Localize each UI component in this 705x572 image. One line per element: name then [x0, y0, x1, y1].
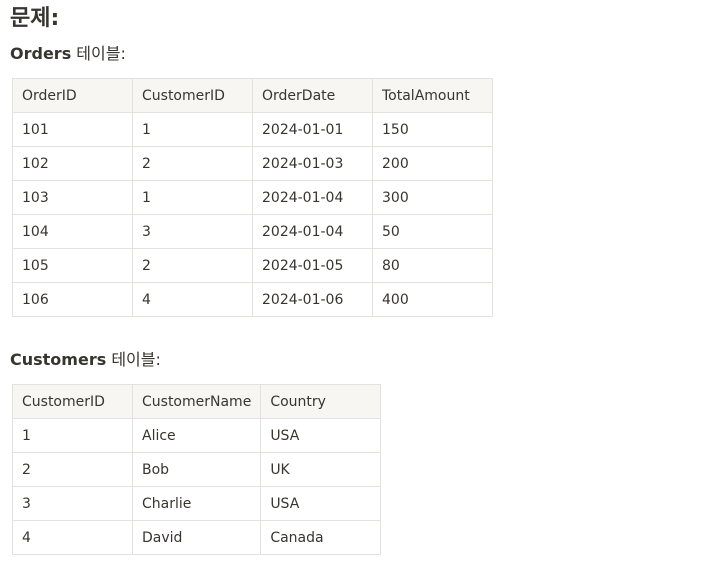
- table-cell: 4: [132, 282, 253, 317]
- table-row: 102 2 2024-01-03 200: [12, 146, 493, 181]
- table-cell: UK: [260, 452, 382, 487]
- table-row: 4 David Canada: [12, 520, 382, 555]
- table-row: 104 3 2024-01-04 50: [12, 214, 493, 249]
- table-cell: David: [131, 520, 262, 555]
- table-cell: 106: [12, 282, 133, 317]
- column-header-totalamount: TotalAmount: [372, 78, 493, 113]
- table-cell: 50: [372, 214, 493, 249]
- customers-title-suffix: 테이블:: [106, 350, 161, 369]
- table-header-row: OrderID CustomerID OrderDate TotalAmount: [12, 78, 493, 113]
- customers-table-title: Customers 테이블:: [10, 350, 161, 370]
- customers-table: CustomerID CustomerName Country 1 Alice …: [12, 384, 382, 555]
- table-cell: 150: [372, 112, 493, 147]
- column-header-customername: CustomerName: [131, 384, 262, 419]
- column-header-country: Country: [260, 384, 382, 419]
- table-cell: 2024-01-01: [252, 112, 373, 147]
- column-header-customerid: CustomerID: [132, 78, 253, 113]
- table-cell: 2024-01-06: [252, 282, 373, 317]
- table-cell: 2: [12, 452, 133, 487]
- table-cell: 80: [372, 248, 493, 283]
- table-cell: 200: [372, 146, 493, 181]
- column-header-customerid: CustomerID: [12, 384, 133, 419]
- orders-table: OrderID CustomerID OrderDate TotalAmount…: [12, 78, 493, 317]
- table-cell: 2: [132, 248, 253, 283]
- page-heading: 문제:: [10, 6, 60, 31]
- orders-title-suffix: 테이블:: [71, 44, 126, 63]
- table-cell: 103: [12, 180, 133, 215]
- table-cell: Charlie: [131, 486, 262, 521]
- orders-title-name: Orders: [10, 44, 72, 63]
- table-cell: 105: [12, 248, 133, 283]
- table-cell: Bob: [131, 452, 262, 487]
- table-row: 103 1 2024-01-04 300: [12, 180, 493, 215]
- table-cell: 101: [12, 112, 133, 147]
- column-header-orderid: OrderID: [12, 78, 133, 113]
- table-cell: 2024-01-04: [252, 214, 373, 249]
- table-cell: 2024-01-03: [252, 146, 373, 181]
- table-row: 3 Charlie USA: [12, 486, 382, 521]
- table-row: 106 4 2024-01-06 400: [12, 282, 493, 317]
- table-row: 101 1 2024-01-01 150: [12, 112, 493, 147]
- table-cell: Alice: [131, 418, 262, 453]
- table-cell: Canada: [260, 520, 382, 555]
- table-cell: 3: [132, 214, 253, 249]
- table-cell: USA: [260, 486, 382, 521]
- orders-table-title: Orders 테이블:: [10, 44, 126, 64]
- table-cell: 300: [372, 180, 493, 215]
- table-cell: 4: [12, 520, 133, 555]
- table-cell: 1: [132, 112, 253, 147]
- table-cell: 1: [132, 180, 253, 215]
- customers-title-name: Customers: [10, 350, 107, 369]
- table-cell: 3: [12, 486, 133, 521]
- table-row: 105 2 2024-01-05 80: [12, 248, 493, 283]
- table-cell: 2024-01-04: [252, 180, 373, 215]
- table-cell: 2: [132, 146, 253, 181]
- table-cell: 2024-01-05: [252, 248, 373, 283]
- table-row: 1 Alice USA: [12, 418, 382, 453]
- table-row: 2 Bob UK: [12, 452, 382, 487]
- table-cell: 104: [12, 214, 133, 249]
- table-cell: 1: [12, 418, 133, 453]
- column-header-orderdate: OrderDate: [252, 78, 373, 113]
- table-cell: 102: [12, 146, 133, 181]
- table-cell: 400: [372, 282, 493, 317]
- table-cell: USA: [260, 418, 382, 453]
- table-header-row: CustomerID CustomerName Country: [12, 384, 382, 419]
